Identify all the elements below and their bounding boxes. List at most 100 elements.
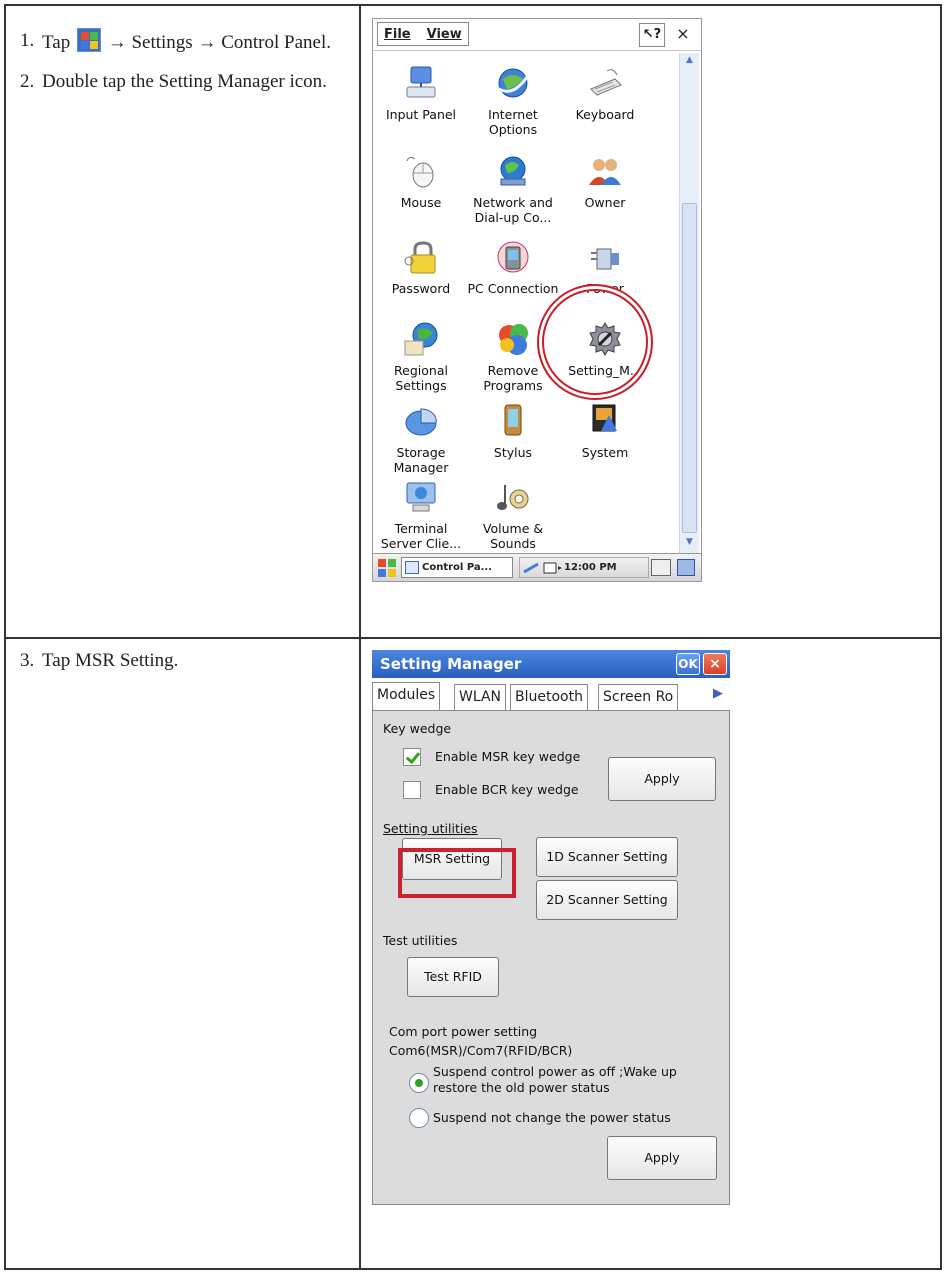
scanner-2d-setting-button[interactable]: 2D Scanner Setting xyxy=(536,880,678,920)
volume-sounds-icon xyxy=(495,479,531,515)
cp-item-volume-sounds[interactable]: Volume & Sounds xyxy=(467,479,559,551)
help-button[interactable]: ↖? xyxy=(639,23,665,47)
setting-utilities-heading: Setting utilities xyxy=(383,821,478,836)
step-3: 3. Tap MSR Setting. xyxy=(20,648,340,673)
step-number: 3. xyxy=(20,650,35,671)
step-number: 2. xyxy=(20,71,35,92)
keyboard-toggle-icon[interactable] xyxy=(651,559,671,576)
ok-button[interactable]: OK xyxy=(676,653,700,675)
cp-item-input-panel[interactable]: Input Panel xyxy=(375,65,467,122)
apply-key-wedge-button[interactable]: Apply xyxy=(608,757,716,801)
cp-item-stylus[interactable]: Stylus xyxy=(467,403,559,460)
cp-item-label: Regional Settings xyxy=(394,363,448,393)
scanner-1d-setting-button[interactable]: 1D Scanner Setting xyxy=(536,837,678,877)
menu-view[interactable]: View xyxy=(427,27,462,42)
vertical-scrollbar[interactable]: ▲ ▼ xyxy=(679,53,699,555)
cp-item-keyboard[interactable]: Keyboard xyxy=(559,65,651,122)
menu-file[interactable]: File xyxy=(384,27,411,42)
help-label: ? xyxy=(653,27,662,42)
msr-setting-highlight-box xyxy=(398,848,516,898)
cp-item-label: Volume & Sounds xyxy=(482,521,544,551)
radio-suspend-power-off[interactable] xyxy=(409,1073,429,1093)
step-text-before: Tap xyxy=(42,32,71,53)
tab-scroll-right-icon[interactable]: ▶ xyxy=(708,686,728,706)
apply-power-button[interactable]: Apply xyxy=(607,1136,717,1180)
com-port-heading: Com port power setting xyxy=(389,1024,538,1039)
step-text-after: → Settings → Control Panel. xyxy=(107,32,331,53)
scroll-down-icon[interactable]: ▼ xyxy=(680,537,699,553)
cp-item-password[interactable]: Password xyxy=(375,239,467,296)
control-panel-screen: File View ↖? × Input Panel Internet Opti… xyxy=(372,18,702,582)
windows-flag-icon xyxy=(378,559,396,577)
step-1: 1. Tap → Settings → Control Panel. xyxy=(20,28,340,55)
owner-icon xyxy=(587,153,623,189)
window-title: Setting Manager OK × xyxy=(372,650,730,678)
enable-bcr-label: Enable BCR key wedge xyxy=(435,782,579,797)
control-panel-task-icon xyxy=(405,561,419,574)
scroll-thumb[interactable] xyxy=(682,203,697,533)
scroll-up-icon[interactable]: ▲ xyxy=(680,55,699,71)
input-panel-icon xyxy=(403,65,439,101)
test-rfid-button[interactable]: Test RFID xyxy=(407,957,499,997)
cp-item-system[interactable]: System xyxy=(559,403,651,460)
menu-bar: File View ↖? × xyxy=(373,19,701,51)
window-title-text: Setting Manager xyxy=(380,655,522,673)
mouse-icon xyxy=(403,153,439,189)
cp-item-owner[interactable]: Owner xyxy=(559,153,651,210)
radio-suspend-power-off-label-2: restore the old power status xyxy=(433,1080,610,1095)
power-icon xyxy=(587,239,623,275)
cp-item-storage-manager[interactable]: Storage Manager xyxy=(375,403,467,475)
step-text: Tap MSR Setting. xyxy=(42,650,179,671)
cp-item-label: PC Connection xyxy=(467,281,559,296)
storage-manager-icon xyxy=(403,403,439,439)
com-port-subtitle: Com6(MSR)/Com7(RFID/BCR) xyxy=(389,1043,573,1058)
cp-item-regional-settings[interactable]: Regional Settings xyxy=(375,321,467,393)
cp-item-label: Input Panel xyxy=(385,107,457,122)
cp-item-label: Internet Options xyxy=(488,107,538,137)
step-number: 1. xyxy=(20,30,35,51)
radio-suspend-no-change[interactable] xyxy=(409,1108,429,1128)
cp-item-label: Storage Manager xyxy=(393,445,449,475)
system-tray: 12:00 PM xyxy=(519,557,649,578)
enable-msr-checkbox[interactable] xyxy=(403,748,421,766)
steps-row-2: 3. Tap MSR Setting. xyxy=(20,648,340,687)
tab-bluetooth[interactable]: Bluetooth xyxy=(510,684,588,710)
tab-modules[interactable]: Modules xyxy=(372,682,441,710)
taskbar-task-control-panel[interactable]: Control Pa... xyxy=(401,557,513,578)
enable-bcr-checkbox[interactable] xyxy=(403,781,421,799)
radio-suspend-no-change-label: Suspend not change the power status xyxy=(433,1110,671,1125)
cp-item-label: Owner xyxy=(584,195,626,210)
steps-row-1: 1. Tap → Settings → Control Panel. 2. Do… xyxy=(20,28,340,108)
taskbar: Control Pa... 12:00 PM xyxy=(373,553,701,581)
cp-item-label: Keyboard xyxy=(575,107,635,122)
cp-item-pc-connection[interactable]: PC Connection xyxy=(467,239,559,296)
tray-icons xyxy=(523,562,562,574)
cp-item-mouse[interactable]: Mouse xyxy=(375,153,467,210)
close-button[interactable]: × xyxy=(671,23,695,47)
tab-screen-rotation[interactable]: Screen Ro xyxy=(598,684,679,710)
close-button[interactable]: × xyxy=(703,653,727,675)
windows-start-icon xyxy=(76,28,101,52)
enable-msr-label: Enable MSR key wedge xyxy=(435,749,581,764)
clock[interactable]: 12:00 PM xyxy=(564,562,617,573)
system-icon xyxy=(587,403,623,439)
desktop-icon[interactable] xyxy=(677,559,695,576)
taskbar-task-label: Control Pa... xyxy=(422,562,493,573)
network-icon xyxy=(495,153,531,189)
cp-item-terminal-server[interactable]: Terminal Server Clie... xyxy=(375,479,467,551)
step-2: 2. Double tap the Setting Manager icon. xyxy=(20,69,340,94)
setting-manager-highlight-circle xyxy=(537,284,653,400)
setting-manager-screen: Setting Manager OK × Modules WLAN Blueto… xyxy=(368,648,734,1208)
step-text: Double tap the Setting Manager icon. xyxy=(42,71,327,92)
key-wedge-heading: Key wedge xyxy=(383,721,452,736)
cp-item-network[interactable]: Network and Dial-up Co... xyxy=(467,153,559,225)
menu-group: File View xyxy=(377,22,469,46)
cp-item-internet-options[interactable]: Internet Options xyxy=(467,65,559,137)
cp-item-label: Password xyxy=(391,281,451,296)
test-utilities-heading: Test utilities xyxy=(383,933,458,948)
tab-wlan[interactable]: WLAN xyxy=(454,684,507,710)
modules-panel: Key wedge Enable MSR key wedge Enable BC… xyxy=(372,710,730,1205)
keyboard-icon xyxy=(587,65,623,101)
start-button[interactable] xyxy=(377,558,397,578)
cp-item-label: System xyxy=(581,445,629,460)
